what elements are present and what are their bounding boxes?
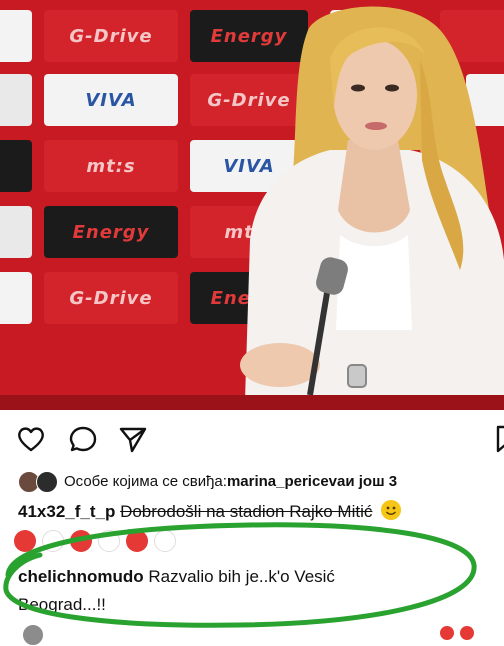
- press-table: [0, 395, 504, 410]
- backdrop-tile-brand: G-Drive: [44, 10, 178, 62]
- caption-username[interactable]: 41x32_f_t_p: [18, 502, 115, 521]
- white-circle-emoji-icon: [42, 530, 64, 552]
- smiling-emoji-icon: [381, 500, 402, 520]
- backdrop-tile: [0, 74, 32, 126]
- backdrop-tile: [0, 206, 32, 258]
- backdrop-tile-brand: mt:s: [44, 140, 178, 192]
- backdrop-tile-brand: G-Drive: [44, 272, 178, 324]
- likes-summary[interactable]: Особе којима се свиђа: marina_periceva и…: [18, 470, 397, 493]
- backdrop-tile: [0, 272, 32, 324]
- paper-plane-icon[interactable]: [118, 424, 148, 454]
- backdrop-tile-brand: Energy: [44, 206, 178, 258]
- likes-others[interactable]: и још 3: [345, 473, 397, 490]
- white-circle-emoji-icon: [154, 530, 176, 552]
- avatar: [22, 624, 44, 646]
- speech-bubble-icon[interactable]: [68, 424, 98, 454]
- next-comment-row: [0, 620, 504, 646]
- red-circle-emoji-icon: [14, 530, 36, 552]
- backdrop-tile: [0, 10, 32, 62]
- post-action-bar: [0, 410, 504, 466]
- white-circle-emoji-icon: [98, 530, 120, 552]
- red-circle-emoji-icon: [460, 626, 474, 640]
- post-photo[interactable]: G-Drive Energy VIVA G-Drive mt:s VIVA En…: [0, 0, 504, 410]
- comment: chelichnomudo Razvalio bih je..k'o Vesić…: [18, 563, 418, 619]
- red-circle-emoji-icon: [440, 626, 454, 640]
- backdrop-tile: [0, 140, 32, 192]
- likes-user-link[interactable]: marina_periceva: [227, 473, 345, 490]
- avatar: [36, 471, 58, 493]
- red-circle-emoji-icon: [70, 530, 92, 552]
- red-circle-emoji-icon: [126, 530, 148, 552]
- heart-outline-icon[interactable]: [16, 424, 46, 454]
- liker-avatars: [18, 471, 64, 493]
- likes-prefix: Особе којима се свиђа:: [64, 472, 227, 490]
- post-caption: 41x32_f_t_p Dobrodošli na stadion Rajko …: [18, 500, 402, 522]
- backdrop-tile-brand: VIVA: [44, 74, 178, 126]
- bookmark-icon[interactable]: [490, 424, 504, 454]
- press-speaker-figure: [240, 6, 504, 400]
- caption-text: Dobrodošli na stadion Rajko Mitić: [120, 502, 373, 521]
- comment-username[interactable]: chelichnomudo: [18, 567, 144, 586]
